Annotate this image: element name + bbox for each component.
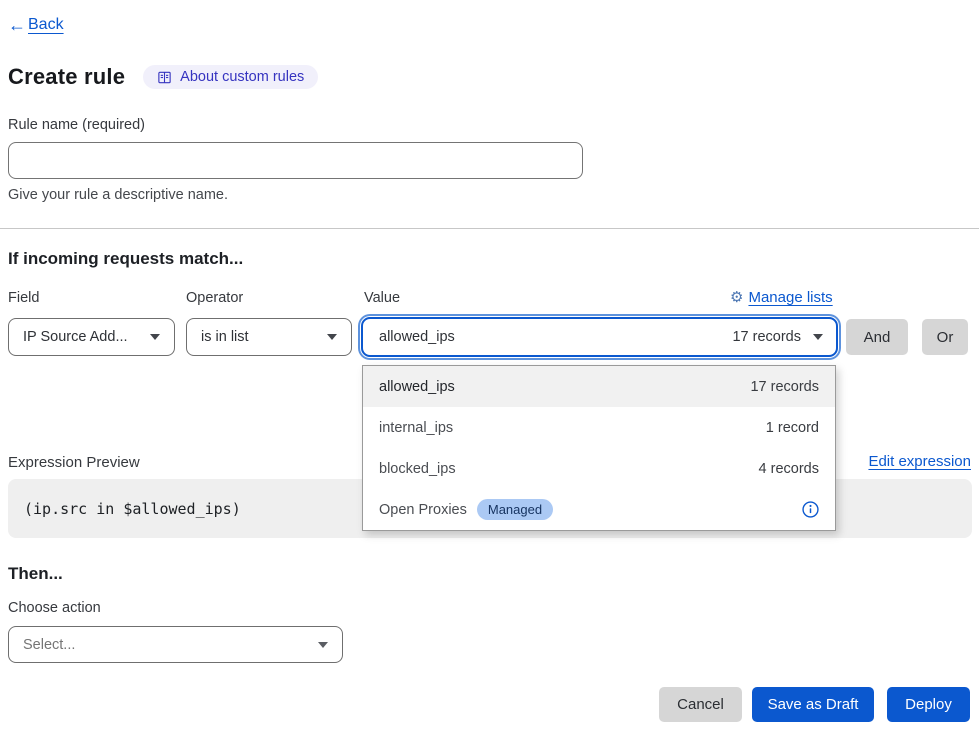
list-item-records: 1 record xyxy=(766,420,819,436)
list-item-records: 4 records xyxy=(759,461,819,477)
about-custom-rules-label: About custom rules xyxy=(180,69,304,85)
list-item-records: 17 records xyxy=(750,379,819,395)
and-button[interactable]: And xyxy=(846,319,908,355)
field-select-value: IP Source Add... xyxy=(23,329,128,345)
operator-select[interactable]: is in list xyxy=(186,318,352,356)
rule-name-label: Rule name (required) xyxy=(8,117,145,133)
chevron-down-icon xyxy=(327,334,337,340)
back-arrow-icon: ← xyxy=(8,16,26,34)
or-button[interactable]: Or xyxy=(922,319,968,355)
list-item-name: internal_ips xyxy=(379,420,453,436)
list-item-blocked-ips[interactable]: blocked_ips 4 records xyxy=(363,448,835,489)
then-section-heading: Then... xyxy=(8,564,63,584)
list-item-internal-ips[interactable]: internal_ips 1 record xyxy=(363,407,835,448)
about-custom-rules-link[interactable]: About custom rules xyxy=(143,65,318,89)
operator-select-value: is in list xyxy=(201,329,249,345)
choose-action-label: Choose action xyxy=(8,600,101,616)
managed-badge: Managed xyxy=(477,499,553,520)
manage-lists-link[interactable]: ⚙ Manage lists xyxy=(730,289,833,306)
back-link[interactable]: ←Back xyxy=(8,16,64,34)
gear-icon: ⚙ xyxy=(730,290,743,305)
value-label: Value xyxy=(364,290,400,306)
page-title: Create rule xyxy=(8,64,125,90)
list-item-name: blocked_ips xyxy=(379,461,456,477)
value-select-value: allowed_ips xyxy=(379,329,455,345)
value-select-records: 17 records xyxy=(732,329,801,345)
info-icon[interactable] xyxy=(802,501,819,518)
title-row: Create rule About custom rules xyxy=(8,64,318,90)
expression-code: (ip.src in $allowed_ips) xyxy=(24,500,241,518)
list-item-name: allowed_ips xyxy=(379,379,455,395)
save-as-draft-button[interactable]: Save as Draft xyxy=(752,687,874,722)
create-rule-page: ←Back Create rule About custom rules Rul… xyxy=(0,0,979,739)
action-select[interactable]: Select... xyxy=(8,626,343,663)
edit-expression-link[interactable]: Edit expression xyxy=(868,453,971,470)
field-label: Field xyxy=(8,290,39,306)
list-item-name: Open Proxies xyxy=(379,502,467,518)
rule-name-input[interactable] xyxy=(8,142,583,179)
chevron-down-icon xyxy=(813,334,823,340)
expression-preview-label: Expression Preview xyxy=(8,454,140,471)
list-item-allowed-ips[interactable]: allowed_ips 17 records xyxy=(363,366,835,407)
manage-lists-label: Manage lists xyxy=(748,289,832,306)
deploy-button[interactable]: Deploy xyxy=(887,687,970,722)
match-section-heading: If incoming requests match... xyxy=(8,249,243,269)
value-select[interactable]: allowed_ips 17 records xyxy=(361,317,838,357)
section-divider xyxy=(0,228,979,229)
field-select[interactable]: IP Source Add... xyxy=(8,318,175,356)
list-dropdown-menu: allowed_ips 17 records internal_ips 1 re… xyxy=(362,365,836,531)
book-icon xyxy=(157,70,172,85)
chevron-down-icon xyxy=(318,642,328,648)
rule-name-helper: Give your rule a descriptive name. xyxy=(8,187,228,203)
chevron-down-icon xyxy=(150,334,160,340)
action-select-placeholder: Select... xyxy=(23,637,75,653)
list-item-open-proxies[interactable]: Open Proxies Managed xyxy=(363,489,835,530)
cancel-button[interactable]: Cancel xyxy=(659,687,742,722)
back-link-label: Back xyxy=(28,16,64,34)
operator-label: Operator xyxy=(186,290,243,306)
